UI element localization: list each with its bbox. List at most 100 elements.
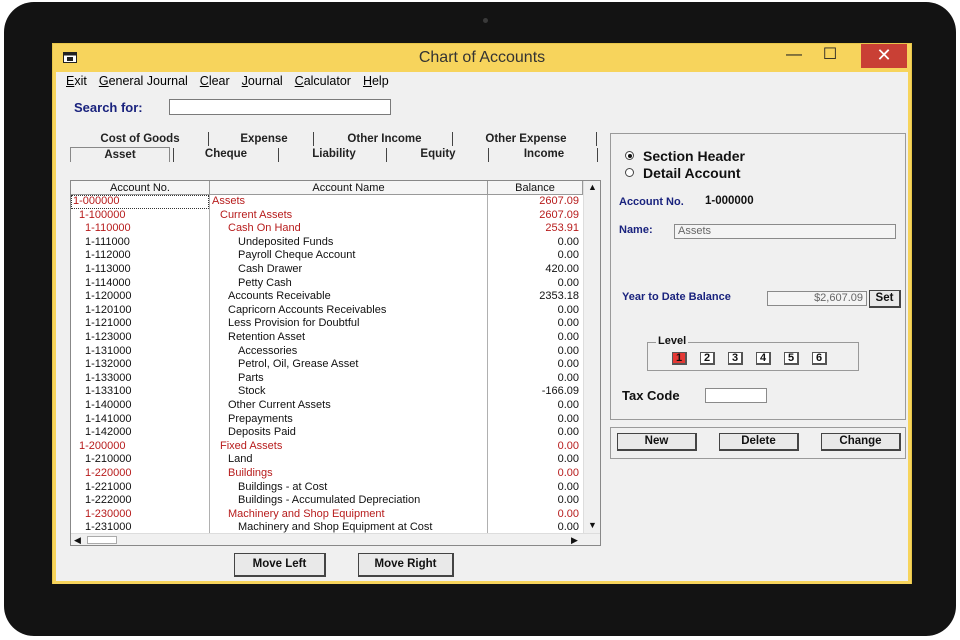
search-input[interactable]	[169, 99, 391, 115]
table-row[interactable]: 1-200000 Fixed Assets 0.00	[71, 440, 583, 454]
level-6-button[interactable]: 6	[812, 352, 827, 365]
minimize-icon[interactable]: —	[777, 44, 811, 68]
menu-clear[interactable]: Clear	[200, 74, 230, 92]
grid-header: Account No. Account Name Balance	[71, 181, 600, 195]
balance-cell: 2607.09	[539, 195, 579, 207]
account-no-cell: 1-120000	[85, 290, 132, 303]
balance-cell: 0.00	[557, 399, 579, 411]
scroll-up-icon[interactable]: ▲	[588, 182, 597, 192]
change-button[interactable]: Change	[821, 433, 901, 451]
account-name-cell: Buildings - Accumulated Depreciation	[238, 494, 421, 507]
account-no-cell: 1-142000	[85, 426, 132, 439]
level-2-button[interactable]: 2	[700, 352, 715, 365]
tab-other-income[interactable]: Other Income	[318, 132, 451, 147]
table-row[interactable]: 1-114000 Petty Cash 0.00	[71, 277, 583, 291]
level-4-button[interactable]: 4	[756, 352, 771, 365]
table-row[interactable]: 1-111000 Undeposited Funds 0.00	[71, 236, 583, 250]
tab-expense[interactable]: Expense	[216, 132, 312, 147]
menu-calculator[interactable]: Calculator	[295, 74, 351, 92]
detail-account-label: Detail Account	[643, 165, 741, 181]
account-name-cell: Accounts Receivable	[228, 290, 331, 303]
account-name-cell: Payroll Cheque Account	[238, 249, 356, 262]
table-row[interactable]: 1-133000 Parts 0.00	[71, 372, 583, 386]
tab-other-expense[interactable]: Other Expense	[456, 132, 596, 147]
level-label: Level	[656, 335, 689, 347]
level-5-button[interactable]: 5	[784, 352, 799, 365]
close-icon[interactable]: ✕	[861, 44, 907, 68]
table-row[interactable]: 1-141000 Prepayments 0.00	[71, 413, 583, 427]
menu-journal[interactable]: Journal	[242, 74, 283, 92]
account-no-cell: 1-123000	[85, 331, 132, 343]
detail-account-radio[interactable]: Detail Account	[625, 165, 741, 181]
menu-help[interactable]: Help	[363, 74, 389, 92]
table-row[interactable]: 1-121000 Less Provision for Doubtful 0.00	[71, 317, 583, 331]
menu-general-journal[interactable]: General Journal	[99, 74, 188, 92]
section-header-radio[interactable]: Section Header	[625, 148, 745, 164]
tab-cost-of-goods[interactable]: Cost of Goods	[84, 132, 196, 147]
tab-separator	[313, 132, 314, 146]
level-3-button[interactable]: 3	[728, 352, 743, 365]
horizontal-scrollbar[interactable]: ◀ ▶	[71, 533, 600, 545]
tax-code-field[interactable]	[705, 388, 767, 403]
table-row[interactable]: 1-112000 Payroll Cheque Account 0.00	[71, 249, 583, 263]
balance-cell: 0.00	[557, 507, 579, 520]
name-label: Name:	[619, 224, 653, 236]
table-row[interactable]: 1-120000 Accounts Receivable 2353.18	[71, 290, 583, 304]
table-row[interactable]: 1-110000 Cash On Hand 253.91	[71, 222, 583, 236]
scroll-down-icon[interactable]: ▼	[588, 520, 597, 530]
table-row[interactable]: 1-221000 Buildings - at Cost 0.00	[71, 481, 583, 495]
table-row[interactable]: 1-113000 Cash Drawer 420.00	[71, 263, 583, 277]
tab-asset[interactable]: Asset	[70, 147, 170, 162]
balance-cell: 253.91	[545, 222, 579, 235]
level-1-button[interactable]: 1	[672, 352, 687, 365]
account-no-cell: 1-222000	[85, 494, 132, 507]
menu-exit[interactable]: Exit	[66, 74, 87, 92]
tab-income[interactable]: Income	[492, 147, 596, 162]
name-field[interactable]: Assets	[674, 224, 896, 239]
balance-cell: 0.00	[557, 331, 579, 343]
account-no-label: Account No.	[619, 196, 684, 208]
accounts-grid[interactable]: Account No. Account Name Balance 1-00000…	[70, 180, 601, 546]
radio-selected-icon	[625, 151, 634, 160]
table-row[interactable]: 1-132000 Petrol, Oil, Grease Asset 0.00	[71, 358, 583, 372]
table-row[interactable]: 1-000000 Assets 2607.09	[71, 195, 583, 209]
header-balance[interactable]: Balance	[488, 181, 583, 195]
move-right-button[interactable]: Move Right	[358, 553, 454, 577]
account-no-cell: 1-140000	[85, 399, 132, 411]
account-no-cell: 1-113000	[85, 263, 131, 275]
app-window: Chart of Accounts — ☐ ✕ Exit General Jou…	[52, 43, 912, 584]
table-row[interactable]: 1-220000 Buildings 0.00	[71, 467, 583, 481]
table-row[interactable]: 1-142000 Deposits Paid 0.00	[71, 426, 583, 440]
vertical-scrollbar[interactable]: ▲ ▼	[583, 181, 600, 533]
table-row[interactable]: 1-131000 Accessories 0.00	[71, 345, 583, 359]
action-button-panel: New Delete Change	[610, 427, 906, 459]
scroll-thumb[interactable]	[87, 536, 117, 544]
set-button[interactable]: Set	[869, 290, 901, 308]
account-no-cell: 1-141000	[85, 412, 132, 425]
balance-cell: 0.00	[557, 494, 579, 507]
tab-liability[interactable]: Liability	[282, 147, 386, 162]
header-account-name[interactable]: Account Name	[210, 181, 488, 195]
search-label: Search for:	[74, 100, 143, 115]
table-row[interactable]: 1-133100 Stock -166.09	[71, 385, 583, 399]
header-account-no[interactable]: Account No.	[71, 181, 210, 195]
table-row[interactable]: 1-123000 Retention Asset 0.00	[71, 331, 583, 345]
account-name-cell: Less Provision for Doubtful	[228, 317, 360, 330]
account-no-cell: 1-221000	[85, 480, 132, 493]
delete-button[interactable]: Delete	[719, 433, 799, 451]
table-row[interactable]: 1-210000 Land 0.00	[71, 453, 583, 467]
new-button[interactable]: New	[617, 433, 697, 451]
account-name-cell: Capricorn Accounts Receivables	[228, 303, 387, 316]
table-row[interactable]: 1-140000 Other Current Assets 0.00	[71, 399, 583, 413]
table-row[interactable]: 1-120100 Capricorn Accounts Receivables 0.…	[71, 304, 583, 318]
scroll-right-icon[interactable]: ▶	[571, 535, 578, 545]
move-left-button[interactable]: Move Left	[234, 553, 326, 577]
maximize-icon[interactable]: ☐	[813, 44, 847, 68]
table-row[interactable]: 1-222000 Buildings - Accumulated Deprecia…	[71, 494, 583, 508]
account-name-cell: Cash Drawer	[238, 263, 303, 275]
table-row[interactable]: 1-100000 Current Assets 2607.09	[71, 209, 583, 223]
tab-equity[interactable]: Equity	[390, 147, 486, 162]
tab-cheque[interactable]: Cheque	[176, 147, 276, 162]
scroll-left-icon[interactable]: ◀	[74, 535, 81, 545]
table-row[interactable]: 1-230000 Machinery and Shop Equipment 0.00	[71, 508, 583, 522]
